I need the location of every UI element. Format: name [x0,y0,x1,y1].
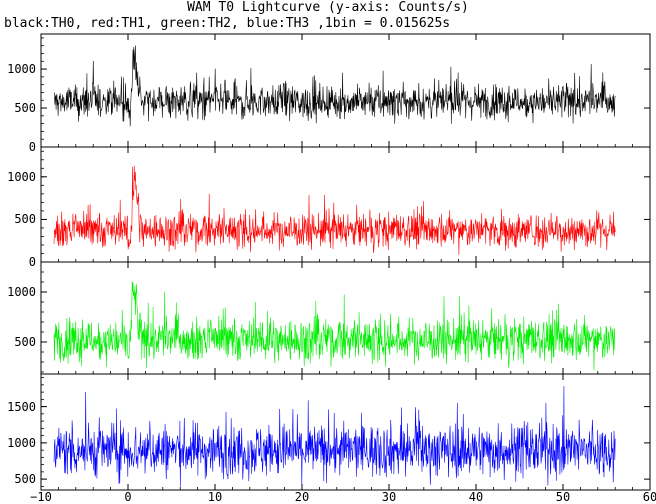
panel-frame [40,373,651,491]
x-tick-label: 50 [555,490,571,504]
panel-th1 [40,146,651,263]
x-tick-label: 30 [381,490,397,504]
y-tick-label: 0 [28,140,36,154]
series-line-th0 [53,45,616,127]
panel-th0 [40,33,651,148]
x-tick-label: 20 [294,490,310,504]
y-tick-label: 500 [14,472,36,487]
y-tick-label: 500 [14,212,36,227]
x-tick-label: 60 [642,490,656,504]
series-line-th2 [53,281,616,371]
y-tick-label: 1000 [7,169,36,184]
panel-th2 [40,261,651,375]
y-tick-label: 1000 [7,285,36,299]
x-tick-label: 0 [124,490,132,504]
y-tick-label: 500 [14,101,36,116]
lightcurve-plot [40,33,651,491]
y-tick-label: 1000 [7,62,36,77]
panel-th3 [40,373,651,491]
lightcurve-figure: WAM T0 Lightcurve (y-axis: Counts/s) bla… [0,0,656,504]
y-tick-label: 1000 [7,435,36,450]
y-tick-label: 500 [14,335,36,349]
x-tick-label: 40 [468,490,484,504]
x-tick-label: 10 [207,490,223,504]
series-line-th1 [53,165,616,255]
y-tick-label: 0 [28,255,36,269]
y-tick-label: 1500 [7,399,36,414]
x-tick-label: −10 [30,490,52,504]
series-line-th3 [53,385,616,487]
